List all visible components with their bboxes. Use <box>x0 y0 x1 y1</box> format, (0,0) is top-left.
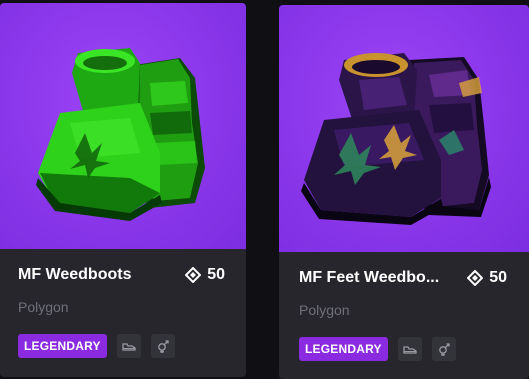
rarity-badge: LEGENDARY <box>299 337 388 361</box>
shoe-icon <box>397 337 422 361</box>
item-price: 50 <box>467 269 507 287</box>
price-value: 50 <box>489 269 507 286</box>
item-name[interactable]: MF Feet Weedbo... <box>299 269 439 287</box>
green-boots-image <box>36 48 205 221</box>
currency-diamond-icon <box>185 267 202 283</box>
dark-boots-image <box>301 53 491 225</box>
item-price: 50 <box>185 266 225 284</box>
item-creator[interactable]: Polygon <box>18 299 69 315</box>
item-tags: LEGENDARY <box>299 337 456 361</box>
unisex-gender-icon <box>431 337 456 361</box>
item-card[interactable]: MF Weedboots 50 Polygon LEGENDARY <box>0 3 246 377</box>
item-card[interactable]: MF Feet Weedbo... 50 Polygon LEGENDARY <box>279 5 529 379</box>
item-tags: LEGENDARY <box>18 334 175 358</box>
unisex-gender-icon <box>150 334 175 358</box>
item-thumbnail[interactable] <box>0 3 246 249</box>
item-creator[interactable]: Polygon <box>299 302 350 318</box>
price-value: 50 <box>207 266 225 283</box>
currency-diamond-icon <box>467 270 484 286</box>
item-thumbnail[interactable] <box>279 5 529 252</box>
rarity-badge: LEGENDARY <box>18 334 107 358</box>
shoe-icon <box>116 334 141 358</box>
item-name[interactable]: MF Weedboots <box>18 266 131 284</box>
